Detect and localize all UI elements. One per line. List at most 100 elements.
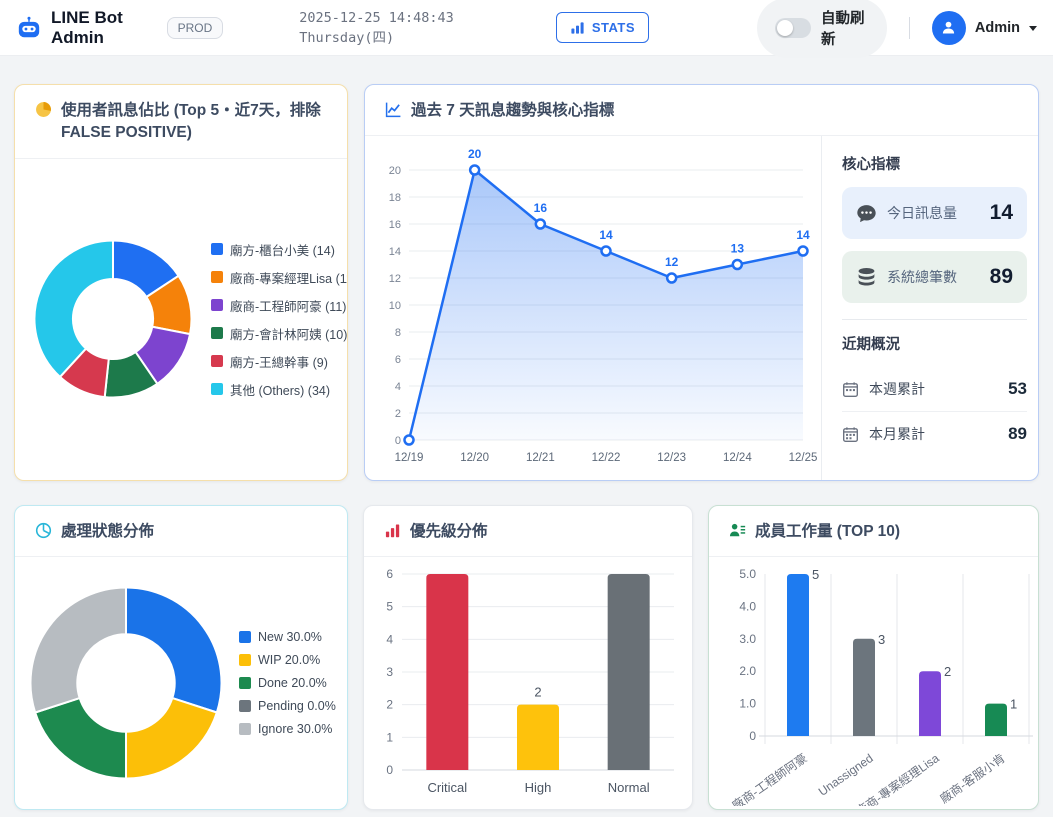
metric-total-records: 系統總筆數 89	[842, 251, 1027, 303]
svg-text:5: 5	[812, 567, 819, 582]
legend-item: Ignore 30.0%	[239, 722, 336, 736]
metric-value: 89	[1008, 424, 1027, 444]
svg-text:8: 8	[395, 327, 401, 339]
status-donut-chart	[29, 586, 223, 780]
legend-label: New 30.0%	[258, 630, 322, 644]
legend-item: 廠商-專案經理Lisa (11)	[211, 268, 348, 287]
legend-item: Done 20.0%	[239, 676, 336, 690]
auto-refresh-toggle-group[interactable]: 自動刷新	[757, 0, 887, 58]
trend-area-chart: 0246810121416182012/1912/2012/2112/2212/…	[365, 136, 821, 480]
legend-label: 廟方-櫃台小美 (14)	[230, 240, 335, 259]
card-body: 廟方-櫃台小美 (14) 廠商-專案經理Lisa (11) 廠商-工程師阿豪 (11…	[15, 159, 347, 480]
svg-text:廠商-工程師阿豪: 廠商-工程師阿豪	[729, 750, 810, 806]
svg-text:12/25: 12/25	[789, 452, 818, 464]
legend-item: 其他 (Others) (34)	[211, 380, 348, 399]
svg-text:2.0: 2.0	[739, 664, 756, 678]
svg-text:Normal: Normal	[608, 780, 650, 795]
legend-label: Ignore 30.0%	[258, 722, 332, 736]
legend-item: WIP 20.0%	[239, 653, 336, 667]
svg-text:3: 3	[386, 665, 393, 679]
legend-item: Pending 0.0%	[239, 699, 336, 713]
card-body: 01.02.03.04.05.05廠商-工程師阿豪3Unassigned2廠商-…	[709, 557, 1038, 809]
bar-chart-red-icon	[384, 522, 401, 539]
card-title: 優先級分佈	[410, 521, 488, 543]
brand: LINE Bot Admin PROD	[16, 8, 223, 48]
svg-text:14: 14	[389, 246, 401, 258]
svg-text:0: 0	[749, 729, 756, 743]
svg-text:13: 13	[731, 242, 745, 256]
divider	[909, 17, 910, 39]
core-metrics-title: 核心指標	[842, 153, 1027, 174]
svg-text:18: 18	[389, 192, 401, 204]
divider	[842, 319, 1027, 320]
svg-text:12: 12	[665, 255, 679, 269]
auto-refresh-label: 自動刷新	[821, 7, 869, 49]
user-name: Admin	[975, 20, 1020, 36]
svg-text:4.0: 4.0	[739, 600, 756, 614]
user-menu[interactable]: Admin	[932, 11, 1037, 45]
svg-text:High: High	[525, 780, 552, 795]
svg-text:3.0: 3.0	[739, 632, 756, 646]
legend-swatch	[211, 243, 223, 255]
metric-today-messages: 今日訊息量 14	[842, 187, 1027, 239]
card-body: New 30.0% WIP 20.0% Done 20.0% Pending 0.0%…	[15, 557, 347, 809]
legend-label: 廟方-王總幹事 (9)	[230, 352, 328, 371]
core-metrics-panel: 核心指標 今日訊息量 14	[821, 136, 1039, 480]
svg-text:5: 5	[386, 600, 393, 614]
metric-label: 今日訊息量	[887, 203, 980, 223]
svg-text:12/21: 12/21	[526, 452, 555, 464]
user-share-donut-chart	[33, 239, 193, 399]
card-user-message-share: 使用者訊息佔比 (Top 5・近7天，排除 FALSE POSITIVE) 廟方…	[14, 84, 348, 481]
calendar-week-icon	[842, 381, 859, 398]
svg-text:12/23: 12/23	[657, 452, 686, 464]
legend-swatch	[239, 677, 251, 689]
metric-week-total: 本週累計 53	[842, 367, 1027, 411]
card-title: 過去 7 天訊息趨勢與核心指標	[411, 100, 614, 122]
svg-text:0: 0	[386, 763, 393, 777]
metric-label: 系統總筆數	[887, 267, 980, 287]
card-status-distribution: 處理狀態分佈 New 30.0%WIP 20.0%Done 20.0%Pendi…	[14, 505, 348, 810]
legend-swatch	[239, 723, 251, 735]
legend-item: 廠商-工程師阿豪 (11)	[211, 296, 348, 315]
metric-value: 53	[1008, 379, 1027, 399]
svg-text:3: 3	[878, 632, 885, 647]
metric-value: 14	[990, 201, 1013, 225]
svg-text:12: 12	[389, 273, 401, 285]
legend-swatch	[211, 271, 223, 283]
card-body: 0246810121416182012/1912/2012/2112/2212/…	[365, 136, 1038, 480]
card-priority-distribution: 優先級分佈 0123456Critical2HighNormal	[363, 505, 693, 810]
legend-swatch	[211, 355, 223, 367]
env-badge: PROD	[167, 17, 224, 39]
legend-item: 廟方-王總幹事 (9)	[211, 352, 348, 371]
card-header: 成員工作量 (TOP 10)	[709, 506, 1038, 557]
legend-item: 廟方-會計林阿姨 (10)	[211, 324, 348, 343]
svg-text:2: 2	[944, 664, 951, 679]
top-bar: LINE Bot Admin PROD 2025-12-25 14:48:43 …	[0, 0, 1053, 56]
legend-label: WIP 20.0%	[258, 653, 320, 667]
legend-item: 廟方-櫃台小美 (14)	[211, 240, 348, 259]
user-share-legend: 廟方-櫃台小美 (14) 廠商-專案經理Lisa (11) 廠商-工程師阿豪 (11…	[211, 231, 348, 408]
auto-refresh-switch[interactable]	[775, 18, 811, 38]
svg-text:16: 16	[534, 201, 548, 215]
svg-text:6: 6	[386, 567, 393, 581]
pie-chart-cyan-icon	[35, 522, 52, 539]
card-header: 使用者訊息佔比 (Top 5・近7天，排除 FALSE POSITIVE)	[15, 85, 347, 159]
stats-button[interactable]: STATS	[556, 12, 649, 43]
metric-value: 89	[990, 265, 1013, 289]
legend-label: 廟方-會計林阿姨 (10)	[230, 324, 347, 343]
priority-bar-chart: 0123456Critical2HighNormal	[372, 562, 684, 804]
chevron-down-icon	[1029, 26, 1037, 31]
legend-label: 其他 (Others) (34)	[230, 380, 330, 399]
database-icon	[856, 267, 877, 288]
pie-chart-yellow-icon	[35, 101, 52, 118]
svg-text:14: 14	[599, 228, 613, 242]
svg-text:12/22: 12/22	[592, 452, 621, 464]
svg-text:Critical: Critical	[427, 780, 467, 795]
workload-bar-chart: 01.02.03.04.05.05廠商-工程師阿豪3Unassigned2廠商-…	[709, 560, 1039, 806]
legend-label: Pending 0.0%	[258, 699, 336, 713]
legend-label: 廠商-專案經理Lisa (11)	[230, 268, 348, 287]
clock-timestamp: 2025-12-25 14:48:43 Thursday(四)	[299, 10, 532, 46]
calendar-month-icon	[842, 426, 859, 443]
switch-knob	[777, 20, 793, 36]
metric-label: 本週累計	[869, 379, 998, 399]
